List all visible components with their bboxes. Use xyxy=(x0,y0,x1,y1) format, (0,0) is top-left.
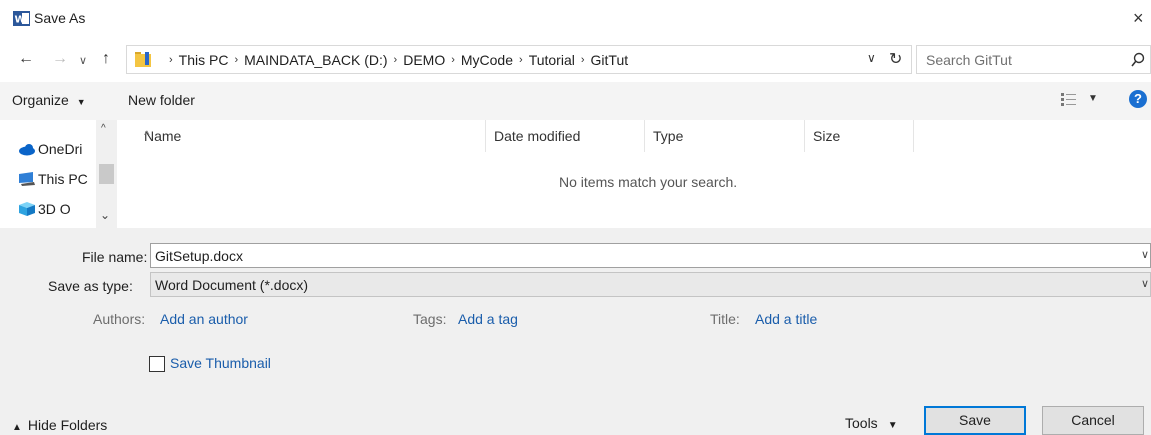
breadcrumb-chevron-icon[interactable]: › xyxy=(234,54,238,66)
column-header-label: Type xyxy=(653,128,684,144)
chevron-down-icon[interactable]: ∨ xyxy=(1141,248,1149,261)
breadcrumb-chevron-icon[interactable]: › xyxy=(581,54,585,66)
column-header-type[interactable]: Type xyxy=(645,120,805,152)
tools-button[interactable]: Tools ▼ xyxy=(845,415,898,431)
save-as-type-label: Save as type: xyxy=(48,278,133,294)
file-name-label: File name: xyxy=(82,249,148,265)
save-as-type-value: Word Document (*.docx) xyxy=(155,277,309,293)
column-header-label: Size xyxy=(813,128,841,144)
navigation-row: ← → ∨ ↑ › This PC › MAINDATA_BACK (D:) ›… xyxy=(0,45,1151,75)
hide-folders-label: Hide Folders xyxy=(27,417,108,433)
breadcrumb-item[interactable]: DEMO xyxy=(403,52,445,68)
nav-item-label: This PC xyxy=(38,171,88,187)
column-header-name[interactable]: Name ^ xyxy=(136,120,486,152)
chevron-down-icon: ▼ xyxy=(76,97,86,107)
window-title: Save As xyxy=(34,10,86,26)
save-thumbnail-label[interactable]: Save Thumbnail xyxy=(170,355,271,371)
scroll-down-chevron-icon[interactable]: ⌄ xyxy=(100,208,110,222)
nav-item-label: 3D O xyxy=(38,201,71,217)
help-icon[interactable]: ? xyxy=(1129,90,1147,108)
column-header-date-modified[interactable]: Date modified xyxy=(486,120,645,152)
nav-item-this-pc[interactable]: This PC xyxy=(18,171,88,187)
breadcrumb-chevron-icon[interactable]: › xyxy=(451,54,455,66)
scrollbar-thumb[interactable] xyxy=(99,164,114,184)
refresh-icon[interactable]: ↻ xyxy=(889,49,902,69)
breadcrumb-chevron-icon[interactable]: › xyxy=(519,54,523,66)
back-arrow-icon[interactable]: ← xyxy=(18,49,34,69)
save-as-type-select[interactable]: Word Document (*.docx) ∨ xyxy=(150,272,1151,297)
breadcrumb-chevron-icon: › xyxy=(169,54,173,66)
hide-folders-button[interactable]: ▲ Hide Folders xyxy=(12,417,107,433)
nav-item-label: OneDri xyxy=(38,141,83,157)
save-details-panel: File name: GitSetup.docx ∨ Save as type:… xyxy=(0,228,1151,435)
breadcrumb-item[interactable]: GitTut xyxy=(591,52,629,68)
sort-ascending-caret-icon: ^ xyxy=(144,128,150,142)
breadcrumb-item[interactable]: MAINDATA_BACK (D:) xyxy=(244,52,387,68)
breadcrumb-item[interactable]: This PC xyxy=(179,52,229,68)
view-options-icon[interactable] xyxy=(1060,91,1078,109)
organize-label: Organize xyxy=(12,92,69,108)
empty-results-message: No items match your search. xyxy=(559,174,738,190)
save-thumbnail-checkbox[interactable] xyxy=(149,356,165,372)
column-header-size[interactable]: Size xyxy=(805,120,914,152)
up-arrow-icon[interactable]: ↑ xyxy=(102,49,110,69)
forward-arrow-icon[interactable]: → xyxy=(52,49,68,69)
command-toolbar: Organize ▼ New folder ▼ ? xyxy=(0,82,1151,120)
search-input[interactable]: Search GitTut xyxy=(916,45,1151,74)
onedrive-cloud-icon xyxy=(19,144,35,156)
view-dropdown-chevron-icon[interactable]: ▼ xyxy=(1088,93,1098,104)
navigation-pane: OneDri This PC 3D O ^ ⌄ xyxy=(0,120,118,228)
nav-pane-scrollbar[interactable]: ^ ⌄ xyxy=(96,120,117,228)
title-label: Title: xyxy=(710,311,740,327)
add-title-link[interactable]: Add a title xyxy=(755,311,817,327)
address-bar[interactable]: › This PC › MAINDATA_BACK (D:) › DEMO › … xyxy=(126,45,912,74)
breadcrumb-item[interactable]: Tutorial xyxy=(529,52,575,68)
this-pc-icon xyxy=(19,172,35,186)
tags-label: Tags: xyxy=(413,311,447,327)
organize-button[interactable]: Organize ▼ xyxy=(12,92,86,108)
nav-item-onedrive[interactable]: OneDri xyxy=(18,141,82,157)
nav-item-3d-objects[interactable]: 3D O xyxy=(18,201,71,217)
tools-label: Tools xyxy=(845,415,878,431)
word-app-icon: W xyxy=(13,11,30,26)
svg-text:W: W xyxy=(15,15,26,26)
breadcrumb-item[interactable]: MyCode xyxy=(461,52,513,68)
scroll-up-chevron-icon[interactable]: ^ xyxy=(101,123,106,134)
file-list: Name ^ Date modified Type Size No items … xyxy=(118,120,1151,228)
add-author-link[interactable]: Add an author xyxy=(160,311,248,327)
chevron-up-icon: ▲ xyxy=(12,422,22,433)
column-header-label: Date modified xyxy=(494,128,581,144)
close-icon[interactable]: × xyxy=(1133,9,1144,27)
file-name-value: GitSetup.docx xyxy=(155,248,243,264)
search-placeholder: Search GitTut xyxy=(926,52,1012,68)
authors-label: Authors: xyxy=(93,311,146,327)
title-bar: W Save As × xyxy=(0,0,1151,36)
breadcrumb-chevron-icon[interactable]: › xyxy=(394,54,398,66)
file-name-input[interactable]: GitSetup.docx ∨ xyxy=(150,243,1151,268)
address-dropdown-chevron-icon[interactable]: ∨ xyxy=(867,51,876,65)
3d-objects-icon xyxy=(19,202,35,216)
add-tag-link[interactable]: Add a tag xyxy=(458,311,518,327)
recent-locations-chevron-icon[interactable]: ∨ xyxy=(79,51,87,71)
chevron-down-icon: ▼ xyxy=(887,420,898,431)
save-button[interactable]: Save xyxy=(924,406,1026,435)
folder-icon xyxy=(135,52,151,67)
search-icon[interactable] xyxy=(1131,52,1145,68)
chevron-down-icon[interactable]: ∨ xyxy=(1141,277,1149,290)
breadcrumb: › This PC › MAINDATA_BACK (D:) › DEMO › … xyxy=(163,52,628,68)
cancel-button[interactable]: Cancel xyxy=(1042,406,1144,435)
new-folder-button[interactable]: New folder xyxy=(128,92,195,108)
